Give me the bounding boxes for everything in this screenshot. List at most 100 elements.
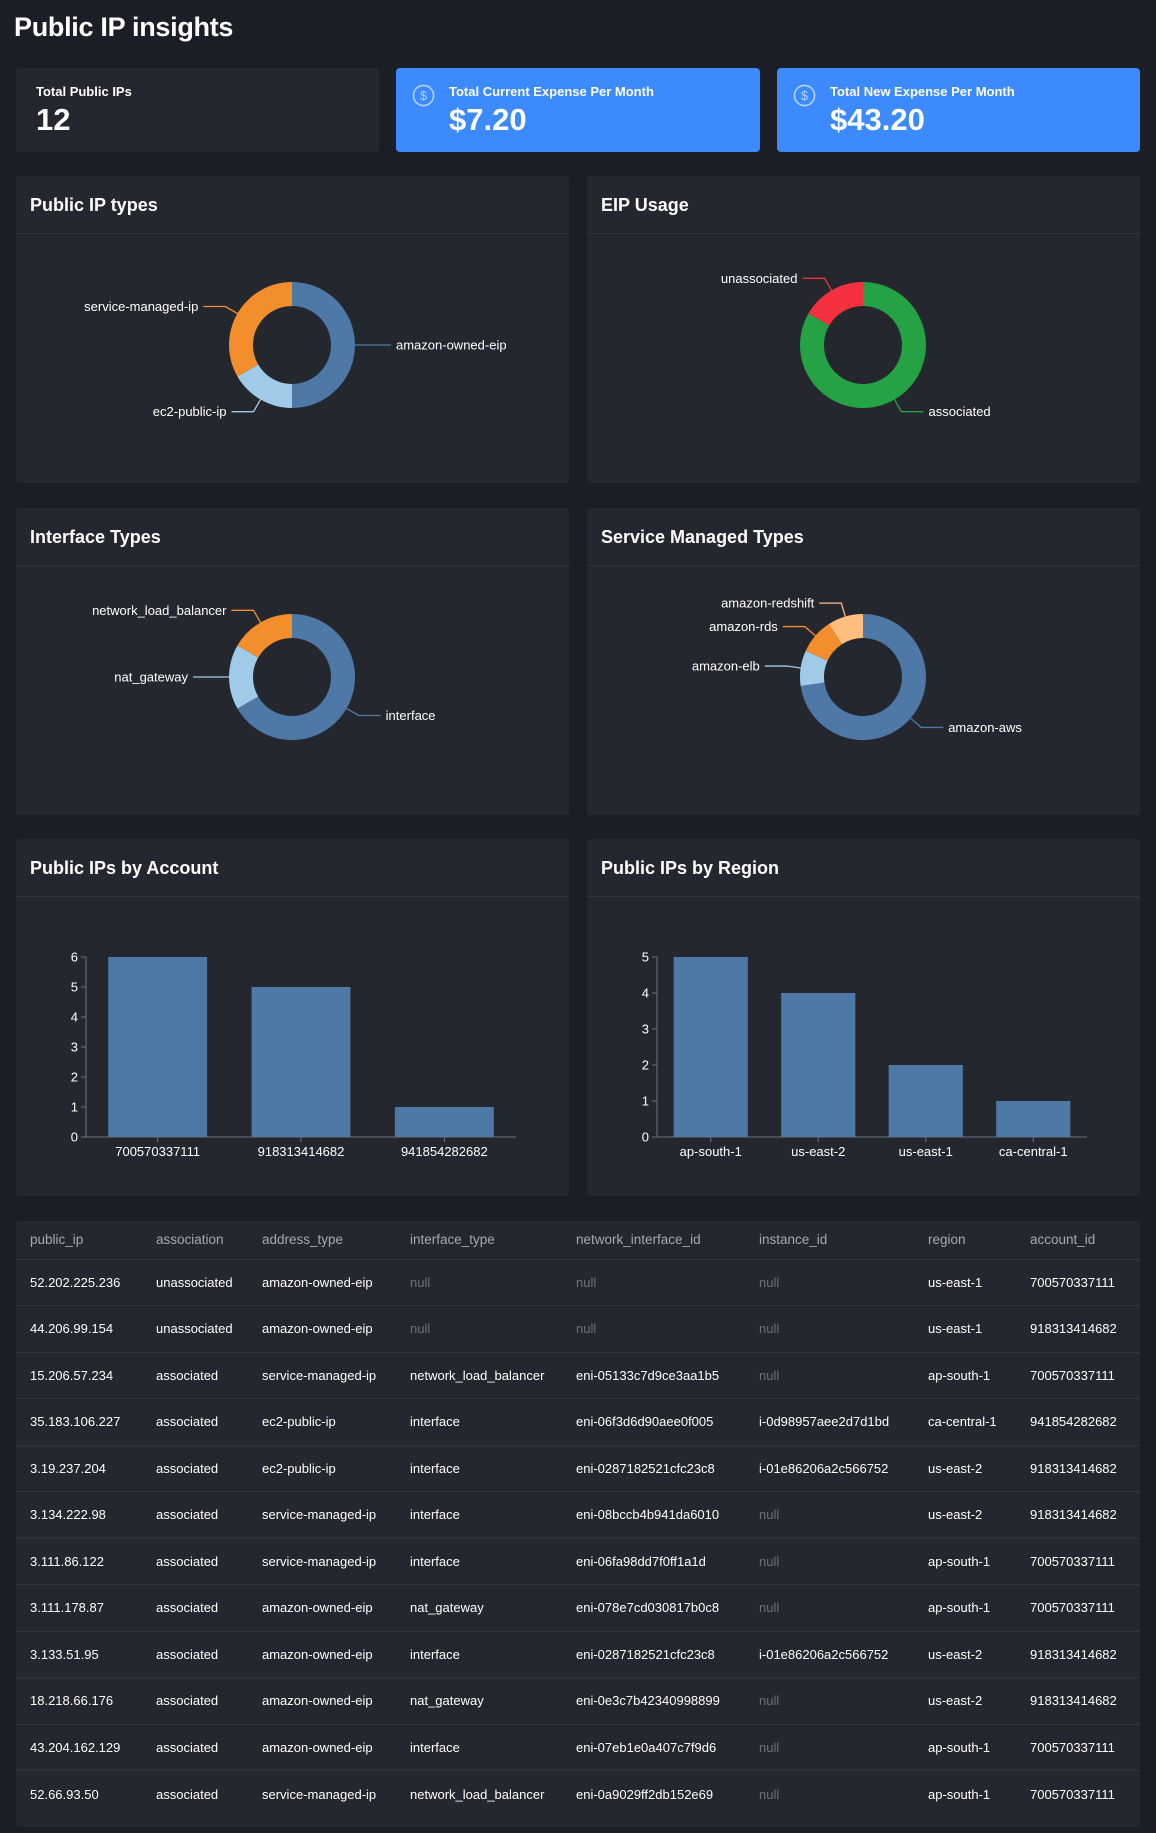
dollar-circle-icon: $: [793, 84, 816, 107]
kpi-label: Total Current Expense Per Month: [449, 84, 654, 99]
cell-public-ip: 3.19.237.204: [16, 1445, 142, 1492]
table-row[interactable]: 3.19.237.204 associated ec2-public-ip inter…: [16, 1445, 1140, 1492]
column-header-account-id[interactable]: account_id: [1016, 1221, 1140, 1260]
kpi-label: Total New Expense Per Month: [830, 84, 1015, 99]
cell-address-type: amazon-owned-eip: [248, 1584, 396, 1632]
y-tick-label: 5: [71, 980, 78, 995]
table-row[interactable]: 43.204.162.129 associated amazon-owned-eip…: [16, 1724, 1140, 1771]
y-tick-label: 2: [642, 1058, 649, 1073]
slice-service-managed-ip[interactable]: [229, 282, 292, 377]
table-row[interactable]: 3.111.178.87 associated amazon-owned-eip na…: [16, 1584, 1140, 1632]
cell-region: ap-south-1: [914, 1724, 1016, 1771]
page-title: Public IP insights: [14, 12, 234, 42]
cell-account-id: 918313414682: [1016, 1631, 1140, 1678]
cell-region: ap-south-1: [914, 1352, 1016, 1399]
leader-line-service-managed-ip: [203, 305, 238, 315]
panel-service-managed-types: Service Managed Types amazon-aws amazon-e…: [587, 508, 1140, 815]
cell-instance-id: null: [745, 1584, 914, 1632]
leader-line-amazon-redshift: [819, 602, 846, 617]
table-row[interactable]: 18.218.66.176 associated amazon-owned-eip n…: [16, 1677, 1140, 1725]
cell-interface-type: nat_gateway: [396, 1584, 562, 1632]
leader-line-ec2-public-ip: [231, 399, 262, 413]
cell-region: us-east-1: [914, 1259, 1016, 1306]
slice-label-interface: interface: [386, 708, 436, 723]
cell-region: ca-central-1: [914, 1398, 1016, 1446]
bar-ap-south-1[interactable]: [673, 957, 748, 1137]
cell-interface-type: interface: [396, 1398, 562, 1446]
cell-instance-id: null: [745, 1677, 914, 1725]
table-row[interactable]: 52.66.93.50 associated service-managed-ip n…: [16, 1771, 1140, 1818]
column-header-address-type[interactable]: address_type: [248, 1221, 396, 1260]
bar-chart-public-ips-by-region: 0 1 2 3 4 5 ap-south-1 us-east-2 us-east-1 ca-cen…: [642, 950, 1087, 1159]
column-header-interface-type[interactable]: interface_type: [396, 1221, 562, 1260]
cell-address-type: amazon-owned-eip: [248, 1724, 396, 1771]
column-header-instance-id[interactable]: instance_id: [745, 1221, 914, 1260]
cell-network-interface-id: null: [562, 1259, 745, 1306]
svg-text:$: $: [801, 89, 808, 103]
cell-public-ip: 15.206.57.234: [16, 1352, 142, 1399]
cell-public-ip: 52.202.225.236: [16, 1259, 142, 1306]
leader-line-unassociated: [802, 277, 833, 291]
slice-label-amazon-owned-eip: amazon-owned-eip: [396, 338, 507, 353]
bar-941854282682[interactable]: [394, 1107, 494, 1137]
y-tick-label: 2: [71, 1070, 78, 1085]
cell-network-interface-id: eni-08bccb4b941da6010: [562, 1491, 745, 1539]
cell-account-id: 700570337111: [1016, 1724, 1140, 1771]
cell-association: associated: [142, 1445, 248, 1492]
kpi-current-expense: $ Total Current Expense Per Month $7.20: [396, 68, 760, 152]
x-tick-label-ca-central-1: ca-central-1: [999, 1144, 1068, 1159]
y-tick-label: 0: [71, 1130, 78, 1145]
cell-instance-id: null: [745, 1259, 914, 1306]
cell-network-interface-id: eni-0287182521cfc23c8: [562, 1445, 745, 1492]
cell-instance-id: i-0d98957aee2d7d1bd: [745, 1398, 914, 1446]
bar-us-east-1[interactable]: [888, 1065, 963, 1137]
bar-us-east-2[interactable]: [781, 993, 856, 1137]
cell-account-id: 700570337111: [1030, 1786, 1115, 1802]
table-row[interactable]: 15.206.57.234 associated service-managed-i…: [16, 1352, 1140, 1399]
cell-public-ip: 3.111.178.87: [16, 1584, 142, 1632]
cell-account-id: 918313414682: [1016, 1677, 1140, 1725]
cell-network-interface-id: eni-078e7cd030817b0c8: [562, 1584, 745, 1632]
cell-account-id: 700570337111: [1016, 1584, 1140, 1632]
cell-address-type: service-managed-ip: [262, 1786, 377, 1802]
panel-eip-usage: EIP Usage associated unassociated: [587, 176, 1140, 483]
column-header-public-ip[interactable]: public_ip: [16, 1221, 142, 1260]
cell-region: us-east-2: [914, 1491, 1016, 1539]
cell-address-type: amazon-owned-eip: [248, 1305, 396, 1353]
slice-label-amazon-elb: amazon-elb: [692, 659, 760, 674]
table-row[interactable]: 3.111.86.122 associated service-managed-ip…: [16, 1538, 1140, 1585]
table-row[interactable]: 3.133.51.95 associated amazon-owned-eip int…: [16, 1631, 1140, 1678]
cell-region: ap-south-1: [928, 1786, 991, 1802]
bar-918313414682[interactable]: [251, 987, 351, 1137]
cell-address-type: service-managed-ip: [248, 1491, 396, 1539]
cell-public-ip: 44.206.99.154: [16, 1305, 142, 1353]
bar-700570337111[interactable]: [108, 957, 208, 1137]
cell-public-ip: 35.183.106.227: [16, 1398, 142, 1446]
slice-amazon-owned-eip[interactable]: [292, 282, 355, 408]
slice-label-network-load-balancer: network_load_balancer: [92, 603, 227, 618]
table-row[interactable]: 3.134.222.98 associated service-managed-ip…: [16, 1491, 1140, 1539]
cell-association: unassociated: [142, 1305, 248, 1353]
svg-text:$: $: [420, 89, 427, 103]
bar-ca-central-1[interactable]: [996, 1101, 1071, 1137]
leader-line-associated: [893, 399, 924, 413]
x-tick-label-us-east-2: us-east-2: [791, 1144, 845, 1159]
panel-title: Public IPs by Account: [30, 858, 219, 878]
table-body: 52.202.225.236 unassociated amazon-owned-e…: [16, 1259, 1140, 1817]
column-header-region[interactable]: region: [914, 1221, 1016, 1260]
column-header-network-interface-id[interactable]: network_interface_id: [562, 1221, 745, 1260]
column-header-association[interactable]: association: [142, 1221, 248, 1260]
cell-network-interface-id: eni-06fa98dd7f0ff1a1d: [562, 1538, 745, 1585]
y-tick-label: 0: [642, 1130, 649, 1145]
cell-association: associated: [156, 1786, 219, 1802]
donut-chart-public-ip-types: amazon-owned-eip ec2-public-ip service-man…: [84, 282, 507, 419]
kpi-label: Total Public IPs: [36, 84, 132, 99]
table-row[interactable]: 44.206.99.154 unassociated amazon-owned-ei…: [16, 1305, 1140, 1353]
table-row[interactable]: 52.202.225.236 unassociated amazon-owned-e…: [16, 1259, 1140, 1306]
cell-network-interface-id: eni-0287182521cfc23c8: [562, 1631, 745, 1678]
slice-label-nat-gateway: nat_gateway: [114, 670, 188, 685]
table-row[interactable]: 35.183.106.227 associated ec2-public-ip int…: [16, 1398, 1140, 1446]
x-tick-label-us-east-1: us-east-1: [899, 1144, 953, 1159]
cell-interface-type: interface: [396, 1445, 562, 1492]
cell-region: us-east-1: [914, 1305, 1016, 1353]
